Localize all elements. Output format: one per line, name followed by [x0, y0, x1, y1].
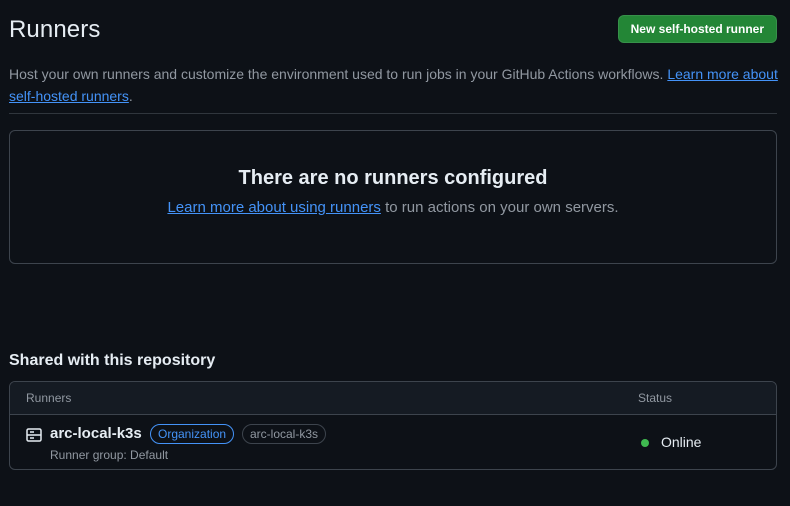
label-runner-name: arc-local-k3s	[242, 424, 327, 444]
header-divider	[9, 113, 777, 114]
learn-more-runners-link[interactable]: Learn more about using runners	[167, 199, 380, 216]
shared-section-title: Shared with this repository	[9, 352, 216, 369]
runner-group-text: Runner group: Default	[50, 448, 169, 462]
empty-state-title: There are no runners configured	[238, 167, 548, 189]
column-header-status: Status	[638, 391, 673, 405]
description-suffix: .	[128, 88, 133, 104]
table-row: arc-local-k3s Organization arc-local-k3s…	[10, 415, 776, 469]
table-header: Runners Status	[10, 382, 776, 415]
status-online-icon	[641, 439, 649, 447]
runner-name-link[interactable]: arc-local-k3s	[50, 425, 142, 442]
page-header: Runners New self-hosted runner	[9, 12, 777, 52]
shared-runners-table: Runners Status arc-local-k3s Organizatio…	[9, 381, 777, 470]
runner-status: Online	[661, 434, 702, 450]
empty-state-suffix: to run actions on your own servers.	[380, 199, 619, 216]
server-icon	[26, 427, 42, 443]
runners-page: Runners New self-hosted runner Host your…	[0, 0, 790, 506]
empty-state-text: Learn more about using runners to run ac…	[10, 199, 776, 216]
description-text: Host your own runners and customize the …	[9, 66, 668, 82]
page-title: Runners	[9, 16, 101, 43]
column-header-runners: Runners	[26, 391, 72, 405]
new-self-hosted-runner-button[interactable]: New self-hosted runner	[617, 15, 777, 43]
page-description: Host your own runners and customize the …	[9, 63, 779, 107]
label-organization: Organization	[150, 424, 235, 444]
empty-runners-box: There are no runners configured Learn mo…	[9, 130, 777, 264]
